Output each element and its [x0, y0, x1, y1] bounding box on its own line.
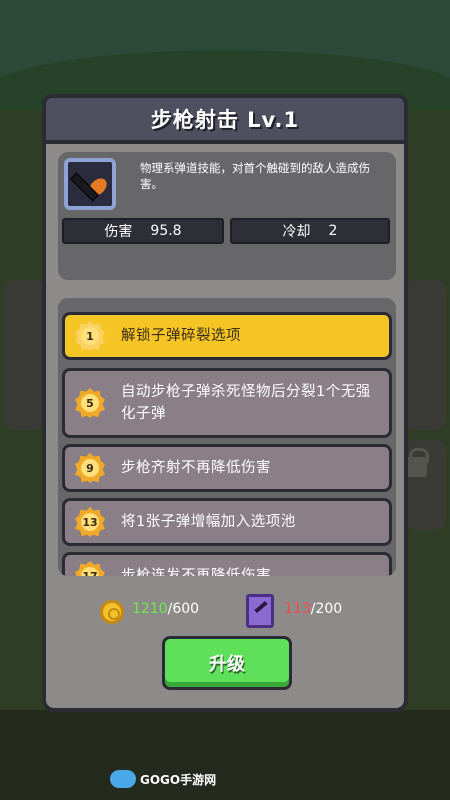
upgrade-row[interactable]: 13 将1张子弹增幅加入选项池 [62, 498, 392, 546]
cooldown-value: 2 [328, 223, 338, 239]
background-slot-right [406, 280, 446, 430]
skill-info-panel: 物理系弹道技能，对首个触碰到的敌人造成伤害。 [58, 152, 396, 280]
watermark-logo-icon [110, 770, 136, 788]
dialog-title-bar: 步枪射击 Lv.1 [42, 94, 408, 144]
level-badge-icon: 17 [75, 561, 105, 576]
cooldown-stat: 冷却 2 [230, 218, 390, 244]
upgrade-text: 步枪连发不再降低伤害 [121, 568, 271, 576]
watermark-text: GOGO手游网 [140, 772, 217, 787]
lock-icon [405, 448, 429, 477]
book-required: /200 [310, 601, 343, 617]
damage-label: 伤害 [104, 224, 133, 240]
upgrade-list[interactable]: 1 解锁子弹碎裂选项 5 自动步枪子弹杀死怪物后分裂1个无强化子弹 9 步枪齐射… [58, 298, 396, 576]
gold-current: 1210 [132, 601, 168, 617]
coin-icon [100, 600, 124, 624]
gold-required: /600 [167, 601, 200, 617]
book-current: 113 [284, 601, 311, 617]
skill-upgrade-dialog: 步枪射击 Lv.1 物理系弹道技能，对首个触碰到的敌人造成伤害。 伤害 95.8… [42, 94, 408, 712]
damage-value: 95.8 [150, 223, 182, 239]
dialog-title: 步枪射击 Lv.1 [150, 108, 300, 132]
level-badge-icon: 1 [75, 321, 105, 351]
level-badge-icon: 13 [75, 507, 105, 537]
level-badge-icon: 5 [75, 388, 105, 418]
upgrade-text: 步枪齐射不再降低伤害 [121, 460, 271, 476]
book-counter: 113/200 [284, 601, 342, 617]
watermark: GOGO手游网 [110, 768, 230, 790]
upgrade-button-label: 升级 [209, 654, 245, 675]
upgrade-text: 解锁子弹碎裂选项 [121, 328, 241, 344]
upgrade-row[interactable]: 17 步枪连发不再降低伤害 [62, 552, 392, 576]
skill-book-icon [246, 594, 274, 628]
damage-stat: 伤害 95.8 [62, 218, 224, 244]
gold-counter: 1210/600 [132, 601, 199, 617]
upgrade-row[interactable]: 1 解锁子弹碎裂选项 [62, 312, 392, 360]
upgrade-text: 自动步枪子弹杀死怪物后分裂1个无强化子弹 [121, 384, 371, 422]
upgrade-row[interactable]: 9 步枪齐射不再降低伤害 [62, 444, 392, 492]
upgrade-text: 将1张子弹增幅加入选项池 [121, 514, 296, 530]
upgrade-row[interactable]: 5 自动步枪子弹杀死怪物后分裂1个无强化子弹 [62, 368, 392, 438]
background-slot-left [4, 280, 44, 430]
upgrade-button[interactable]: 升级 [162, 636, 292, 690]
cooldown-label: 冷却 [282, 224, 311, 240]
level-badge-icon: 9 [75, 453, 105, 483]
skill-description: 物理系弹道技能，对首个触碰到的敌人造成伤害。 [140, 161, 370, 191]
rifle-icon [64, 158, 116, 210]
